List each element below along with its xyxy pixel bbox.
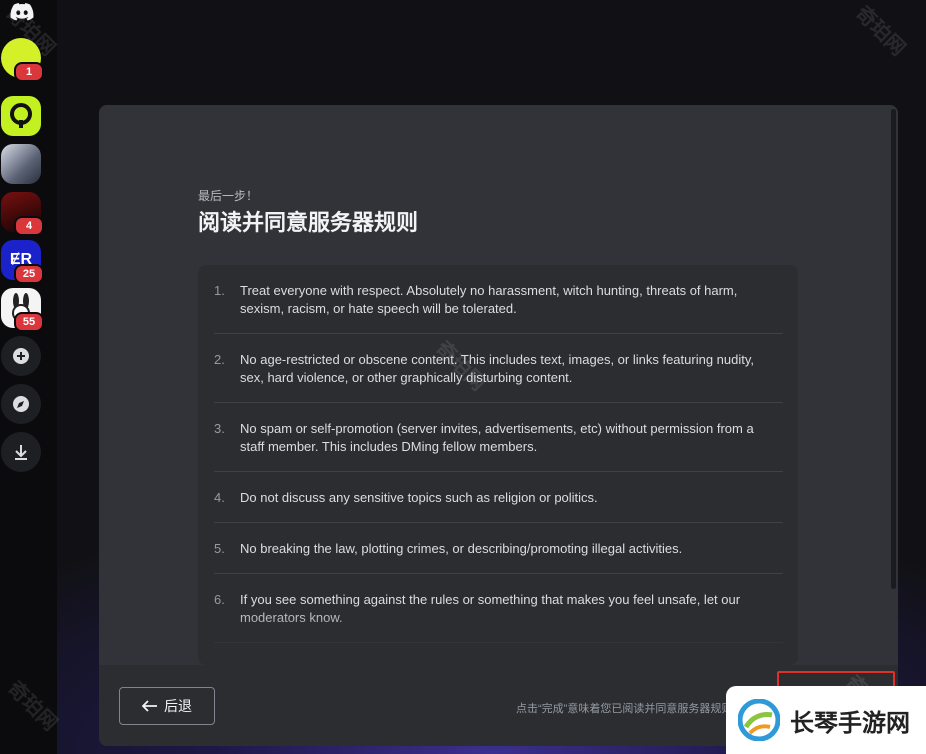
rules-fade-overlay — [198, 605, 798, 665]
rule-text: No age-restricted or obscene content. Th… — [240, 352, 755, 385]
rule-item: 5. No breaking the law, plotting crimes,… — [214, 540, 783, 574]
modal-body: 最后一步！ 阅读并同意服务器规则 1. Treat everyone with … — [99, 105, 898, 665]
rule-number: 1. — [214, 283, 225, 298]
brand-name: 长琴手游网 — [790, 709, 910, 737]
plus-icon — [13, 348, 29, 364]
rule-number: 3. — [214, 421, 225, 436]
rule-text: Do not discuss any sensitive topics such… — [240, 490, 598, 505]
rules-list: 1. Treat everyone with respect. Absolute… — [198, 265, 798, 665]
rule-text: No breaking the law, plotting crimes, or… — [240, 541, 683, 556]
scrollbar-thumb[interactable] — [891, 109, 896, 589]
notification-badge: 4 — [14, 216, 44, 236]
compass-icon — [13, 396, 29, 412]
add-server-button[interactable] — [1, 336, 41, 376]
download-icon — [15, 445, 27, 460]
back-button[interactable]: 后退 — [119, 687, 215, 725]
rule-number: 4. — [214, 490, 225, 505]
agreement-note: 点击“完成”意味着您已阅读并同意服务器规则 — [516, 703, 733, 715]
server-icon-red[interactable]: 4 — [1, 192, 44, 236]
page-title: 阅读并同意服务器规则 — [198, 210, 419, 235]
pin-icon — [10, 103, 32, 128]
server-rules-modal: 最后一步！ 阅读并同意服务器规则 1. Treat everyone with … — [99, 105, 898, 746]
server-icon-cr[interactable]: ɆR 25 — [1, 240, 44, 284]
rule-item: 2. No age-restricted or obscene content.… — [214, 351, 783, 403]
rule-item: 1. Treat everyone with respect. Absolute… — [214, 282, 783, 334]
notification-badge: 25 — [14, 264, 44, 284]
server-rail: 1 4 ɆR 25 55 — [0, 0, 57, 754]
notification-badge: 1 — [14, 62, 44, 82]
back-button-label: 后退 — [164, 698, 192, 714]
rule-text: No spam or self-promotion (server invite… — [240, 421, 754, 454]
brand-logo-icon — [738, 699, 780, 741]
explore-button[interactable] — [1, 384, 41, 424]
server-icon-bunny[interactable]: 55 — [1, 288, 44, 332]
brand-badge: 长琴手游网 — [726, 686, 926, 754]
server-icon-green[interactable] — [1, 96, 41, 136]
server-icon-anime[interactable] — [1, 144, 41, 184]
rule-number: 5. — [214, 541, 225, 556]
download-apps-button[interactable] — [1, 432, 41, 472]
rule-item: 4. Do not discuss any sensitive topics s… — [214, 489, 783, 523]
rule-item: 3. No spam or self-promotion (server inv… — [214, 420, 783, 472]
rule-text: Treat everyone with respect. Absolutely … — [240, 283, 738, 316]
notification-badge: 55 — [14, 312, 44, 332]
step-label: 最后一步！ — [198, 189, 259, 203]
rule-number: 2. — [214, 352, 225, 367]
arrow-left-icon — [142, 700, 157, 712]
scrollbar-track[interactable] — [891, 109, 896, 589]
